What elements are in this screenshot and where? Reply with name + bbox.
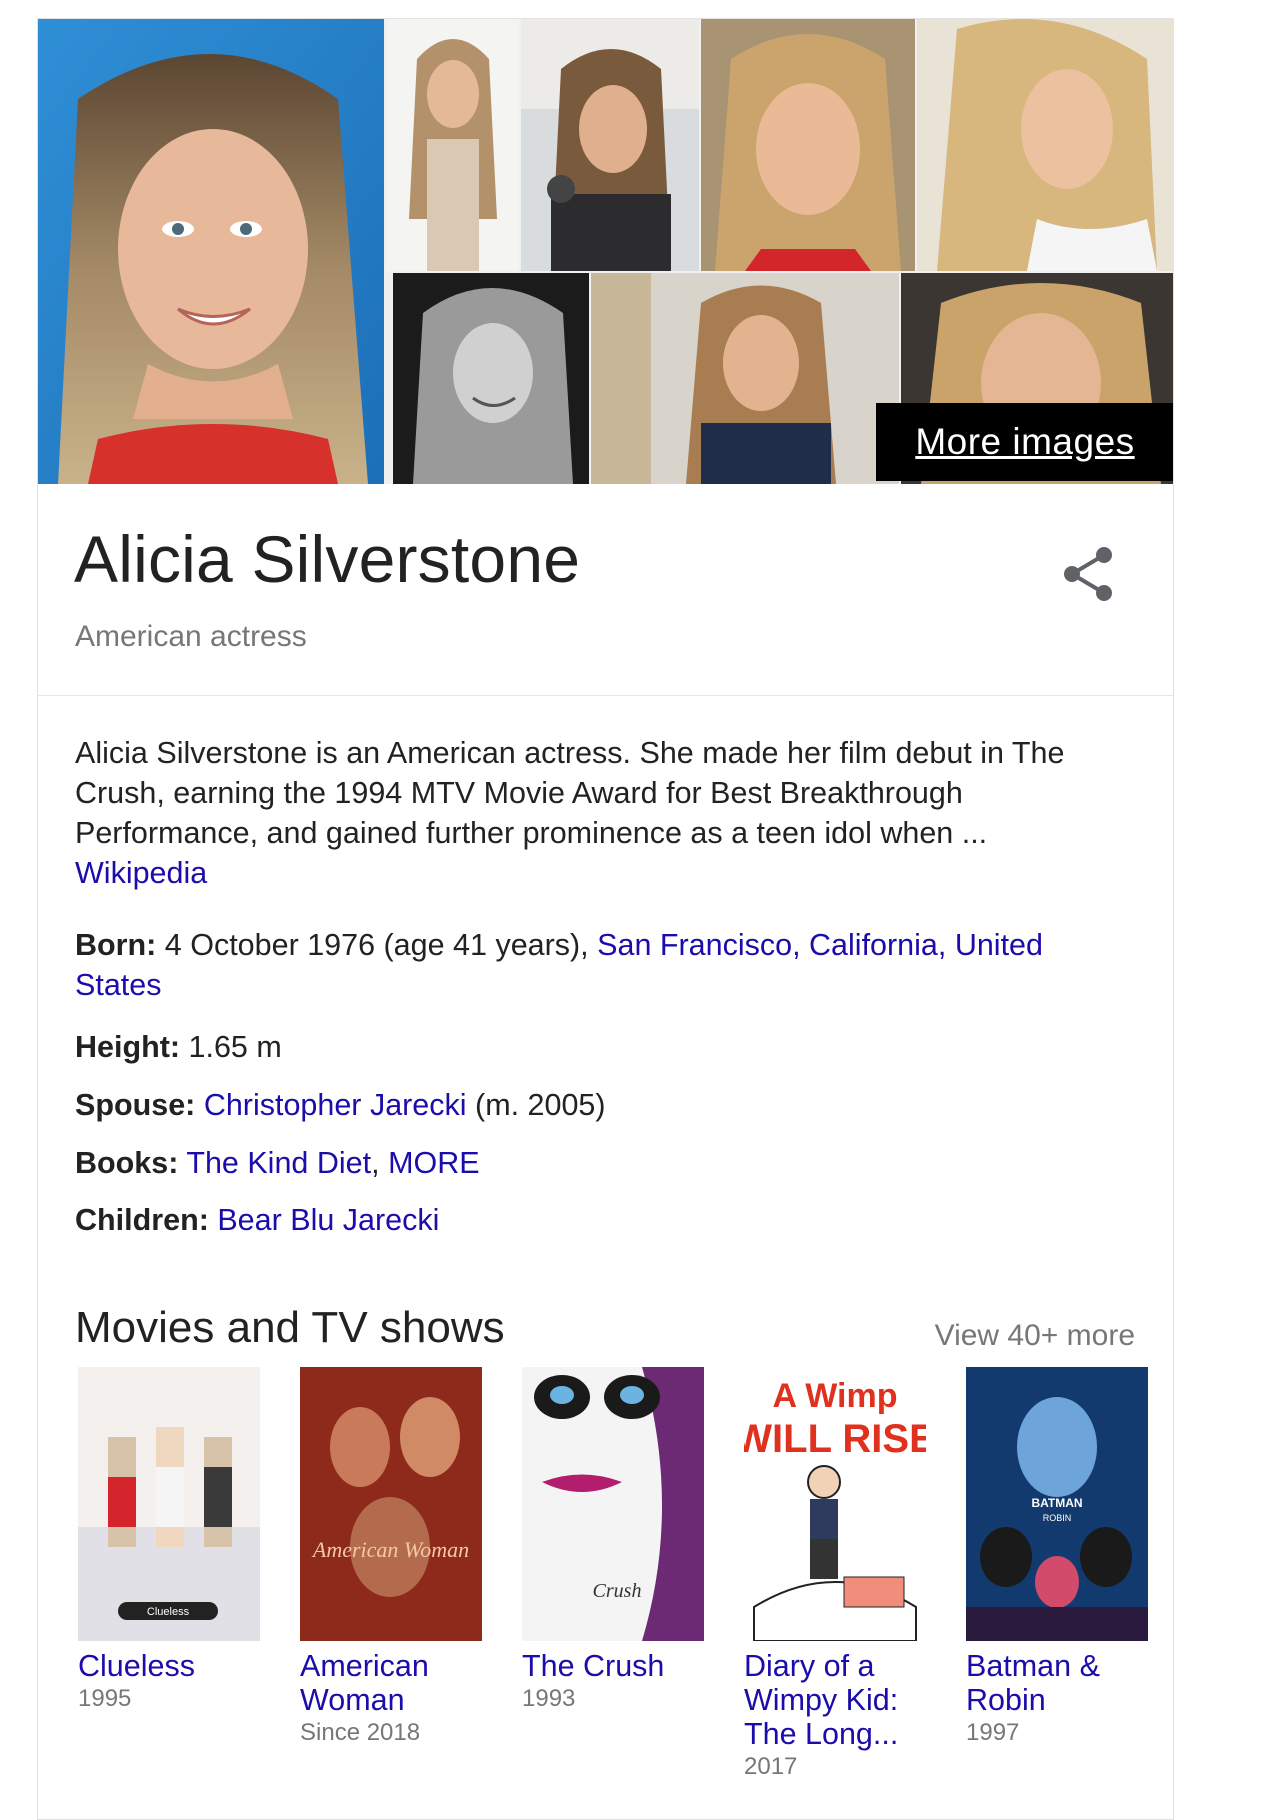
- view-more-link[interactable]: View 40+ more: [935, 1319, 1135, 1353]
- poster-logo-text: Crush: [593, 1580, 642, 1602]
- entity-title: Alicia Silverstone: [74, 522, 581, 596]
- movie-year: 1993: [522, 1685, 576, 1712]
- main-photo[interactable]: [38, 19, 384, 484]
- book-link[interactable]: The Kind Diet: [186, 1146, 371, 1180]
- thumbnail-photo[interactable]: [521, 19, 699, 271]
- fact-label: Children:: [75, 1203, 209, 1237]
- fact-label: Born:: [75, 928, 157, 962]
- poster-image[interactable]: American Woman: [300, 1367, 482, 1641]
- separator: ,: [371, 1146, 389, 1180]
- entity-subtitle: American actress: [75, 620, 307, 653]
- movie-card[interactable]: American Woman American Woman Since 2018: [300, 1367, 482, 1749]
- poster-logo-text: American Woman: [311, 1537, 469, 1562]
- poster-image[interactable]: BATMAN ROBIN: [966, 1367, 1148, 1641]
- fact-height: Height: 1.65 m: [75, 1027, 1135, 1067]
- poster-headline: A Wimp: [773, 1377, 898, 1415]
- share-button[interactable]: [1054, 539, 1124, 609]
- fact-label: Books:: [75, 1146, 179, 1180]
- fact-label: Spouse:: [75, 1088, 196, 1122]
- share-icon: [1064, 547, 1112, 601]
- knowledge-panel: More images Alicia Silverstone American …: [37, 18, 1174, 1820]
- description-text: Alicia Silverstone is an American actres…: [75, 736, 1065, 850]
- thumbnail-photo[interactable]: [591, 273, 899, 484]
- thumbnail-photo[interactable]: [393, 273, 589, 484]
- fact-value: 1.65 m: [180, 1030, 282, 1064]
- poster-headline: ROBIN: [1043, 1513, 1072, 1523]
- spouse-link[interactable]: Christopher Jarecki: [204, 1088, 467, 1122]
- more-books-link[interactable]: MORE: [388, 1146, 480, 1180]
- thumbnail-photo[interactable]: [701, 19, 915, 271]
- movie-title[interactable]: American Woman: [300, 1649, 482, 1717]
- fact-books: Books: The Kind Diet, MORE: [75, 1143, 1135, 1183]
- child-link[interactable]: Bear Blu Jarecki: [217, 1203, 439, 1237]
- movie-card[interactable]: Clueless Clueless 1995: [78, 1367, 260, 1715]
- image-gallery: More images: [38, 19, 1173, 484]
- movie-year: 2017: [744, 1753, 798, 1780]
- poster-image[interactable]: Clueless: [78, 1367, 260, 1641]
- movie-year: 1995: [78, 1685, 132, 1712]
- movie-title[interactable]: Diary of a Wimpy Kid: The Long...: [744, 1649, 926, 1751]
- movie-title[interactable]: Batman & Robin: [966, 1649, 1148, 1717]
- movie-year: Since 2018: [300, 1719, 421, 1746]
- wikipedia-link[interactable]: Wikipedia: [75, 856, 207, 890]
- fact-spouse: Spouse: Christopher Jarecki (m. 2005): [75, 1085, 1135, 1125]
- poster-headline: BATMAN: [1031, 1496, 1082, 1510]
- poster-image[interactable]: Crush: [522, 1367, 704, 1641]
- more-images-button[interactable]: More images: [876, 403, 1173, 481]
- poster-logo-text: Clueless: [147, 1606, 190, 1618]
- movie-title[interactable]: The Crush: [522, 1649, 704, 1683]
- fact-value: 4 October 1976 (age 41 years),: [156, 928, 598, 962]
- thumbnail-photo[interactable]: [387, 19, 519, 271]
- fact-value: (m. 2005): [466, 1088, 606, 1122]
- movie-card[interactable]: BATMAN ROBIN Batman & Robin 1997: [966, 1367, 1148, 1749]
- thumbnail-photo[interactable]: [917, 19, 1173, 271]
- section-title: Movies and TV shows: [75, 1303, 505, 1352]
- divider: [38, 695, 1173, 696]
- fact-children: Children: Bear Blu Jarecki: [75, 1200, 1135, 1240]
- fact-label: Height:: [75, 1030, 181, 1064]
- description: Alicia Silverstone is an American actres…: [75, 733, 1125, 893]
- movie-card[interactable]: A Wimp WILL RISE Diary of a Wimpy Kid: T…: [744, 1367, 926, 1783]
- fact-born: Born: 4 October 1976 (age 41 years), San…: [75, 925, 1135, 1005]
- poster-headline: WILL RISE: [744, 1417, 926, 1461]
- movie-year: 1997: [966, 1719, 1020, 1746]
- poster-image[interactable]: A Wimp WILL RISE: [744, 1367, 926, 1641]
- movie-title[interactable]: Clueless: [78, 1649, 260, 1683]
- movie-card[interactable]: Crush The Crush 1993: [522, 1367, 704, 1715]
